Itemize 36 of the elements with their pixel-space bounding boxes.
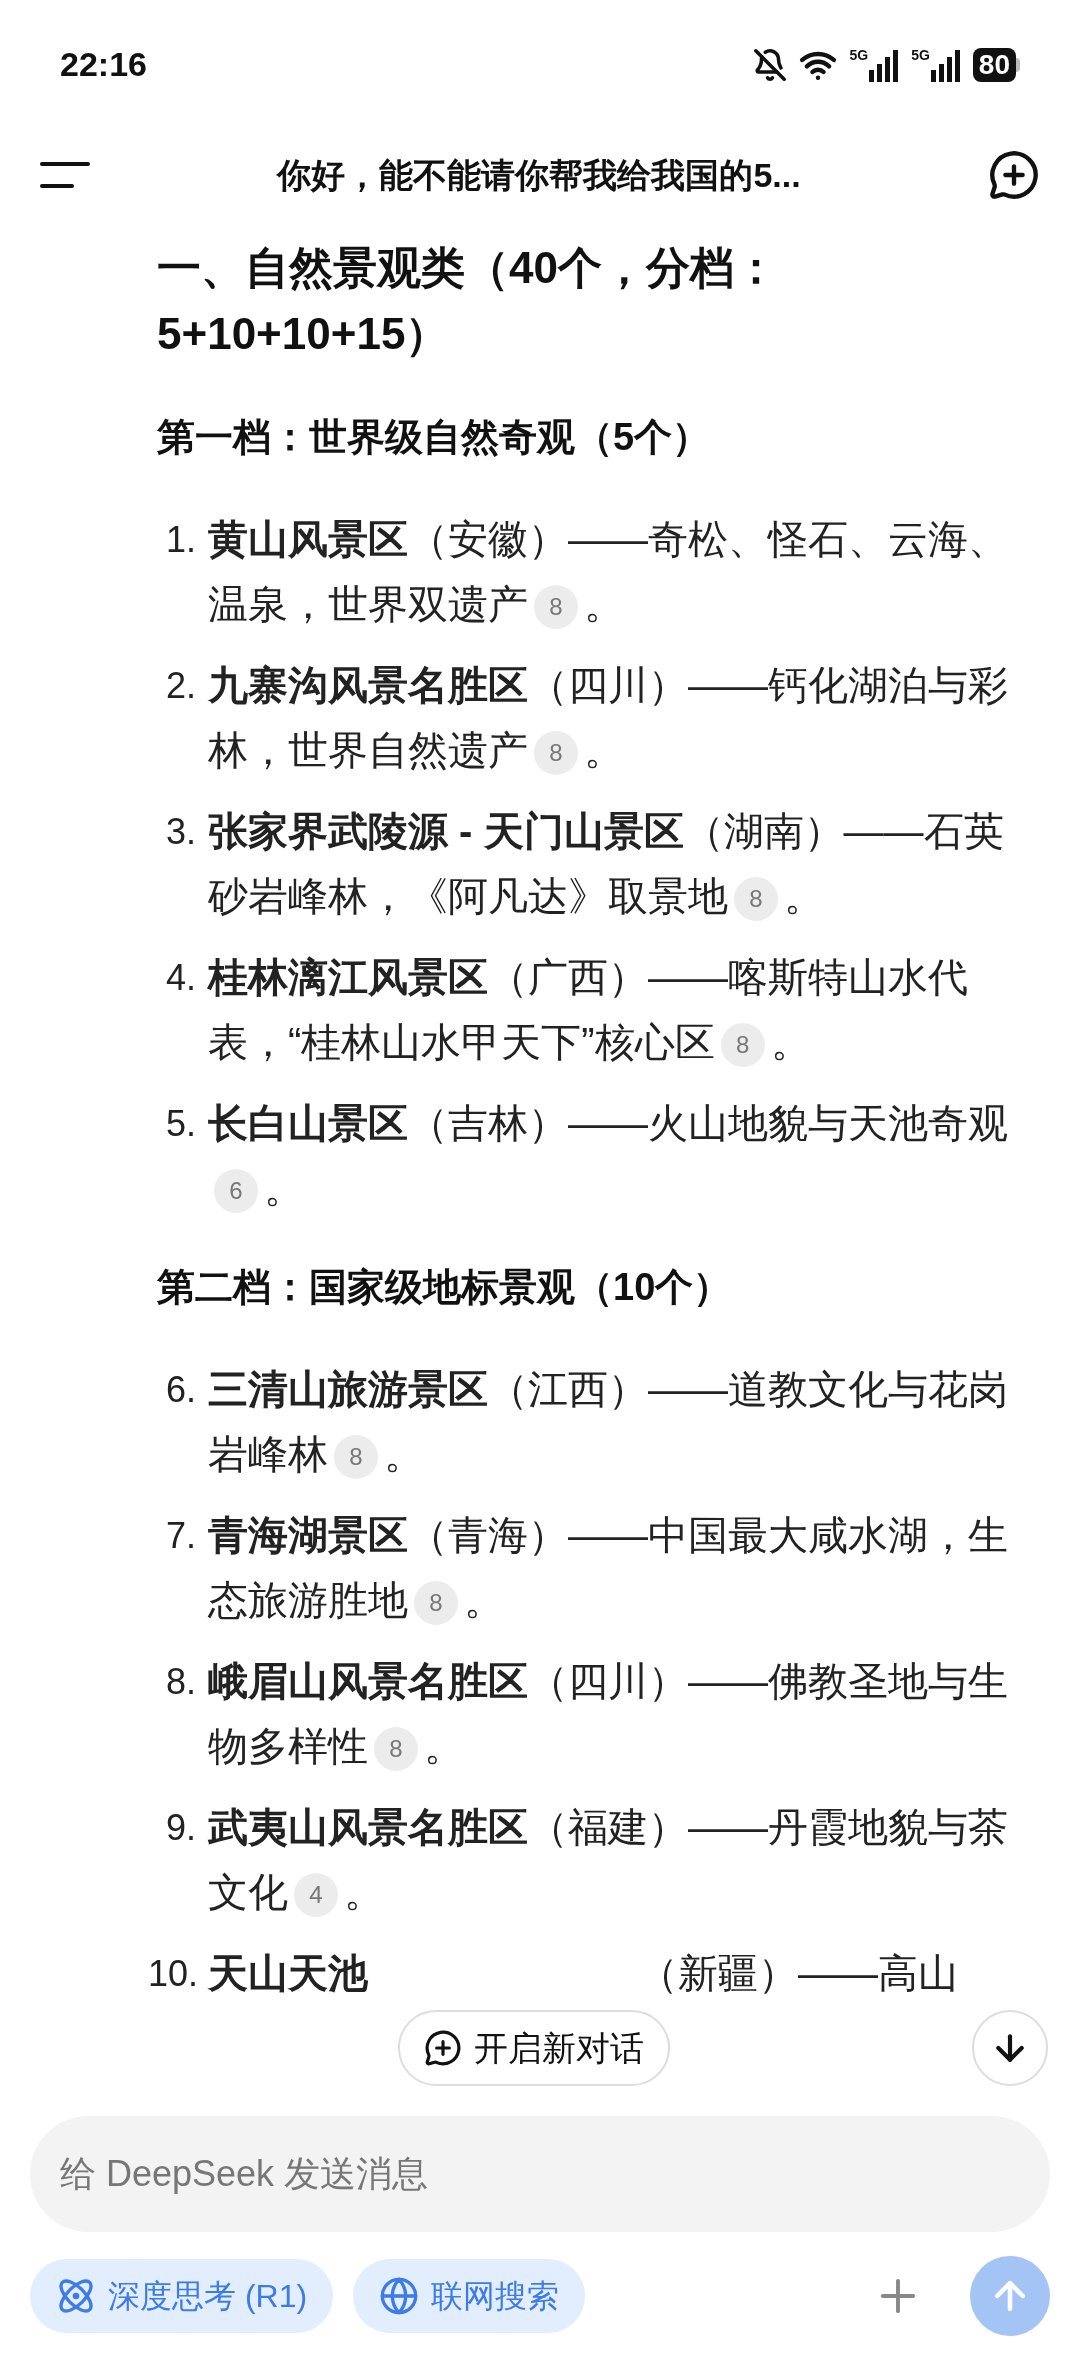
item-text: 武夷山风景名胜区（福建）——丹霞地貌与茶文化 4 。	[208, 1795, 1036, 1925]
list-number: 3.	[164, 810, 196, 854]
tier-heading: 第一档：世界级自然奇观（5个）	[156, 415, 712, 460]
tier-heading: 第二档：国家级地标景观（10个）	[156, 1265, 733, 1310]
item-text: 黄山风景区（安徽）——奇松、怪石、云海、温泉，世界双遗产 8 。	[208, 507, 1036, 637]
list-number: 7.	[164, 1514, 196, 1558]
globe-icon	[379, 2276, 420, 2316]
chat-title: 你好，能不能请你帮我给我国的5...	[275, 154, 802, 196]
item-text: 桂林漓江风景区（广西）——喀斯特山水代表，“桂林山水甲天下”核心区 8 。	[208, 945, 1036, 1075]
item-text: 九寨沟风景名胜区（四川）——钙化湖泊与彩林，世界自然遗产 8 。	[208, 653, 1036, 783]
item-text: 三清山旅游景区（江西）——道教文化与花岗岩峰林 8 。	[208, 1357, 1036, 1487]
message-field[interactable]: 给 DeepSeek 发送消息	[30, 2116, 1050, 2232]
section-heading: 一、自然景观类（40个，分档：5+10+10+15）	[157, 242, 779, 360]
item-text: 张家界武陵源 - 天门山景区（湖南）——石英砂岩峰林，《阿凡达》取景地 8 。	[208, 799, 1036, 929]
bell-off-icon	[753, 47, 788, 82]
atom-icon	[56, 2276, 96, 2316]
list-number: 2.	[164, 664, 196, 708]
new-chat-button[interactable]: 开启新对话	[398, 2010, 670, 2086]
deep-think-button[interactable]: 深度思考 (R1)	[30, 2259, 334, 2333]
list-number: 5.	[164, 1102, 196, 1146]
item-description: （新疆）——高山	[638, 1950, 958, 1997]
web-search-button[interactable]: 联网搜索	[353, 2259, 586, 2333]
list-number: 1.	[164, 518, 196, 562]
new-chat-icon	[424, 2029, 462, 2067]
item-text: 长白山景区（吉林）——火山地貌与天池奇观 6 。	[208, 1091, 1036, 1221]
list-number: 6.	[164, 1368, 196, 1412]
list-number: 9.	[164, 1806, 196, 1850]
item-text: 峨眉山风景名胜区（四川）——佛教圣地与生物多样性 8 。	[208, 1649, 1036, 1779]
item-name: 天山天池	[208, 1950, 368, 1997]
new-chat-icon[interactable]	[988, 149, 1040, 201]
list-number: 8.	[164, 1660, 196, 1704]
menu-icon[interactable]	[40, 162, 90, 188]
list-number: 10.	[148, 1952, 196, 1996]
item-text: 青海湖景区（青海）——中国最大咸水湖，生态旅游胜地 8 。	[208, 1503, 1036, 1633]
status-time: 22:16	[60, 44, 147, 85]
list-number: 4.	[164, 956, 196, 1000]
